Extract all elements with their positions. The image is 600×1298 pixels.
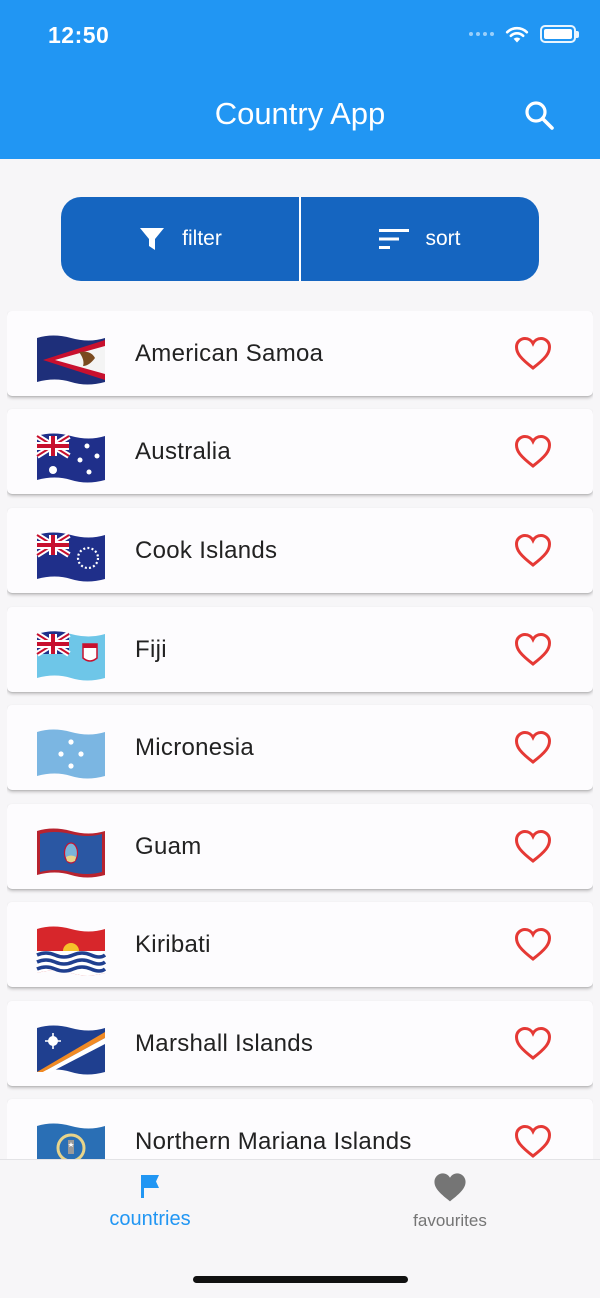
nav-favourites-tab[interactable]: favourites: [350, 1172, 550, 1231]
country-list: American Samoa Australia Cook Islands Fi…: [7, 311, 593, 1159]
country-row[interactable]: Guam: [7, 804, 593, 889]
country-row[interactable]: Australia: [7, 409, 593, 494]
page-title: Country App: [214, 96, 386, 131]
northern-mariana-islands-flag-icon: [37, 1123, 105, 1159]
sort-button[interactable]: sort: [301, 197, 539, 281]
country-row[interactable]: Kiribati: [7, 902, 593, 987]
heart-outline-icon[interactable]: [514, 730, 552, 766]
country-row[interactable]: Micronesia: [7, 705, 593, 790]
sort-label: sort: [425, 227, 461, 250]
country-row[interactable]: American Samoa: [7, 311, 593, 396]
heart-icon: [434, 1173, 466, 1202]
battery-icon: [540, 25, 579, 43]
australia-flag-icon: [35, 433, 105, 483]
nav-countries-label: countries: [109, 1208, 191, 1230]
app-bar: 12:50 Country App: [0, 0, 600, 159]
heart-outline-icon[interactable]: [514, 336, 552, 372]
filter-sort-toolbar: filter sort: [61, 197, 539, 281]
home-indicator: [193, 1276, 408, 1283]
american-samoa-flag-icon: [37, 335, 105, 385]
flag-icon: [141, 1175, 159, 1198]
guam-flag-icon: [37, 828, 105, 878]
country-name: Kiribati: [135, 931, 211, 958]
nav-countries-tab[interactable]: countries: [50, 1172, 250, 1231]
country-name: Guam: [135, 833, 202, 860]
heart-outline-icon[interactable]: [514, 533, 552, 569]
filter-icon: [140, 228, 165, 250]
cellular-signal-icon: [469, 32, 494, 36]
search-icon: [525, 101, 554, 130]
heart-outline-icon[interactable]: [514, 927, 552, 963]
wifi-icon: [505, 26, 529, 43]
cook-islands-flag-icon: [35, 532, 105, 582]
marshall-islands-flag-icon: [37, 1025, 105, 1075]
heart-outline-icon[interactable]: [514, 434, 552, 470]
search-button[interactable]: [520, 96, 560, 136]
heart-outline-icon[interactable]: [514, 1124, 552, 1159]
status-time: 12:50: [48, 22, 110, 48]
country-row[interactable]: Fiji: [7, 607, 593, 692]
micronesia-flag-icon: [37, 729, 105, 779]
sort-icon: [379, 229, 410, 249]
nav-favourites-label: favourites: [413, 1211, 487, 1230]
country-row[interactable]: Marshall Islands: [7, 1001, 593, 1086]
filter-button[interactable]: filter: [61, 197, 299, 281]
heart-outline-icon[interactable]: [514, 632, 552, 668]
kiribati-flag-icon: [36, 926, 106, 976]
status-icons: [469, 24, 579, 44]
country-name: Northern Mariana Islands: [135, 1128, 412, 1155]
fiji-flag-icon: [35, 631, 105, 681]
country-row[interactable]: Northern Mariana Islands: [7, 1099, 593, 1159]
country-name: Marshall Islands: [135, 1030, 314, 1057]
heart-outline-icon[interactable]: [514, 1026, 552, 1062]
country-name: Fiji: [135, 636, 167, 663]
country-name: Cook Islands: [135, 537, 278, 564]
heart-outline-icon[interactable]: [514, 829, 552, 865]
country-name: Australia: [135, 438, 232, 465]
filter-label: filter: [182, 227, 222, 250]
country-name: American Samoa: [135, 340, 324, 367]
country-row[interactable]: Cook Islands: [7, 508, 593, 593]
country-name: Micronesia: [135, 734, 255, 761]
